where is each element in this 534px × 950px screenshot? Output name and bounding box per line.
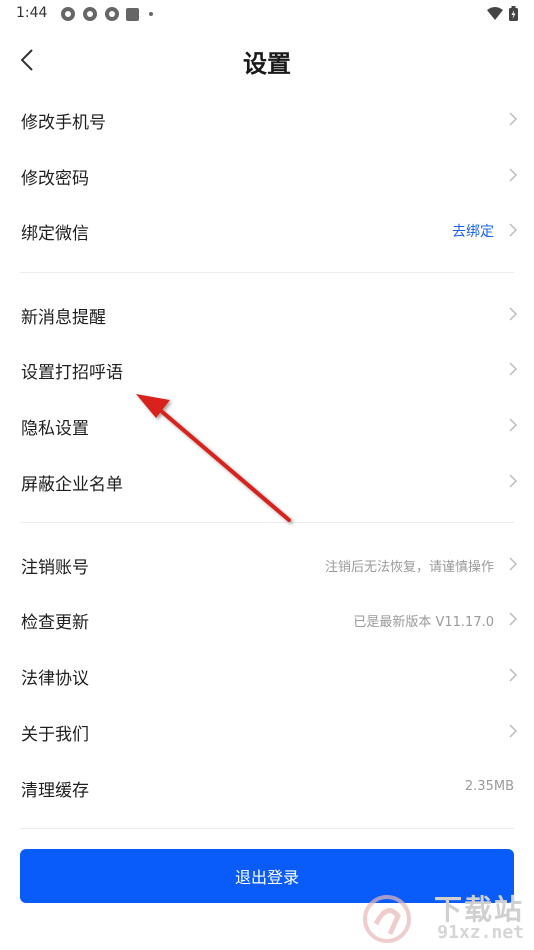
chevron-right-icon xyxy=(509,724,518,738)
status-bar: 1:44 xyxy=(0,0,534,28)
notification-icon xyxy=(61,7,75,21)
status-time: 1:44 xyxy=(16,5,48,21)
watermark: 下载站 91xz.net xyxy=(360,888,530,948)
row-label: 绑定微信 xyxy=(21,224,89,244)
chevron-right-icon xyxy=(509,223,518,237)
row-label: 屏蔽企业名单 xyxy=(21,475,123,495)
row-label: 隐私设置 xyxy=(21,419,89,439)
cache-size: 2.35MB xyxy=(464,779,514,794)
settings-row-message-alerts[interactable]: 新消息提醒 xyxy=(0,287,534,343)
row-label: 清理缓存 xyxy=(21,781,89,801)
section-divider xyxy=(20,272,514,273)
chevron-right-icon xyxy=(509,112,518,126)
app-notification-icon xyxy=(126,7,139,21)
watermark-logo-icon xyxy=(363,895,411,943)
settings-row-about[interactable]: 关于我们 xyxy=(0,704,534,760)
notification-icon xyxy=(105,7,119,21)
chevron-right-icon xyxy=(509,168,518,182)
bind-wechat-link[interactable]: 去绑定 xyxy=(452,221,494,241)
chevron-right-icon xyxy=(509,362,518,376)
settings-row-greeting[interactable]: 设置打招呼语 xyxy=(0,342,534,398)
row-label: 检查更新 xyxy=(21,613,89,633)
system-icons xyxy=(487,6,518,21)
section-divider xyxy=(20,522,514,523)
chevron-right-icon xyxy=(509,668,518,682)
row-label: 修改手机号 xyxy=(21,113,106,133)
notification-icon xyxy=(83,7,97,21)
battery-icon xyxy=(509,6,518,21)
row-value: 注销后无法恢复，请谨慎操作 xyxy=(324,560,494,575)
settings-row-check-update[interactable]: 检查更新 已是最新版本 V11.17.0 xyxy=(0,592,534,648)
row-label: 注销账号 xyxy=(21,558,89,578)
settings-row-clear-cache[interactable]: 清理缓存 2.35MB xyxy=(0,760,534,816)
row-label: 法律协议 xyxy=(21,669,89,689)
watermark-url: 91xz.net xyxy=(437,922,524,943)
settings-row-delete-account[interactable]: 注销账号 注销后无法恢复，请谨慎操作 xyxy=(0,537,534,593)
chevron-right-icon xyxy=(509,557,518,571)
chevron-right-icon xyxy=(509,474,518,488)
settings-row-legal[interactable]: 法律协议 xyxy=(0,648,534,704)
nav-bar: 设置 xyxy=(0,36,534,84)
more-notifications-icon xyxy=(149,12,153,16)
row-label: 修改密码 xyxy=(21,169,89,189)
row-label: 新消息提醒 xyxy=(21,308,106,328)
settings-row-bind-wechat[interactable]: 绑定微信 去绑定 xyxy=(0,203,534,259)
settings-row-change-password[interactable]: 修改密码 xyxy=(0,148,534,204)
page-title: 设置 xyxy=(243,50,291,78)
wifi-icon xyxy=(487,7,503,20)
chevron-right-icon xyxy=(509,307,518,321)
notification-icons xyxy=(60,6,153,22)
settings-row-privacy[interactable]: 隐私设置 xyxy=(0,398,534,454)
chevron-right-icon xyxy=(509,612,518,626)
version-text: 已是最新版本 V11.17.0 xyxy=(353,615,494,630)
row-label: 设置打招呼语 xyxy=(21,363,123,383)
settings-row-block-companies[interactable]: 屏蔽企业名单 xyxy=(0,454,534,510)
settings-row-change-phone[interactable]: 修改手机号 xyxy=(0,92,534,148)
section-divider xyxy=(20,828,514,829)
chevron-right-icon xyxy=(509,418,518,432)
row-label: 关于我们 xyxy=(21,725,89,745)
